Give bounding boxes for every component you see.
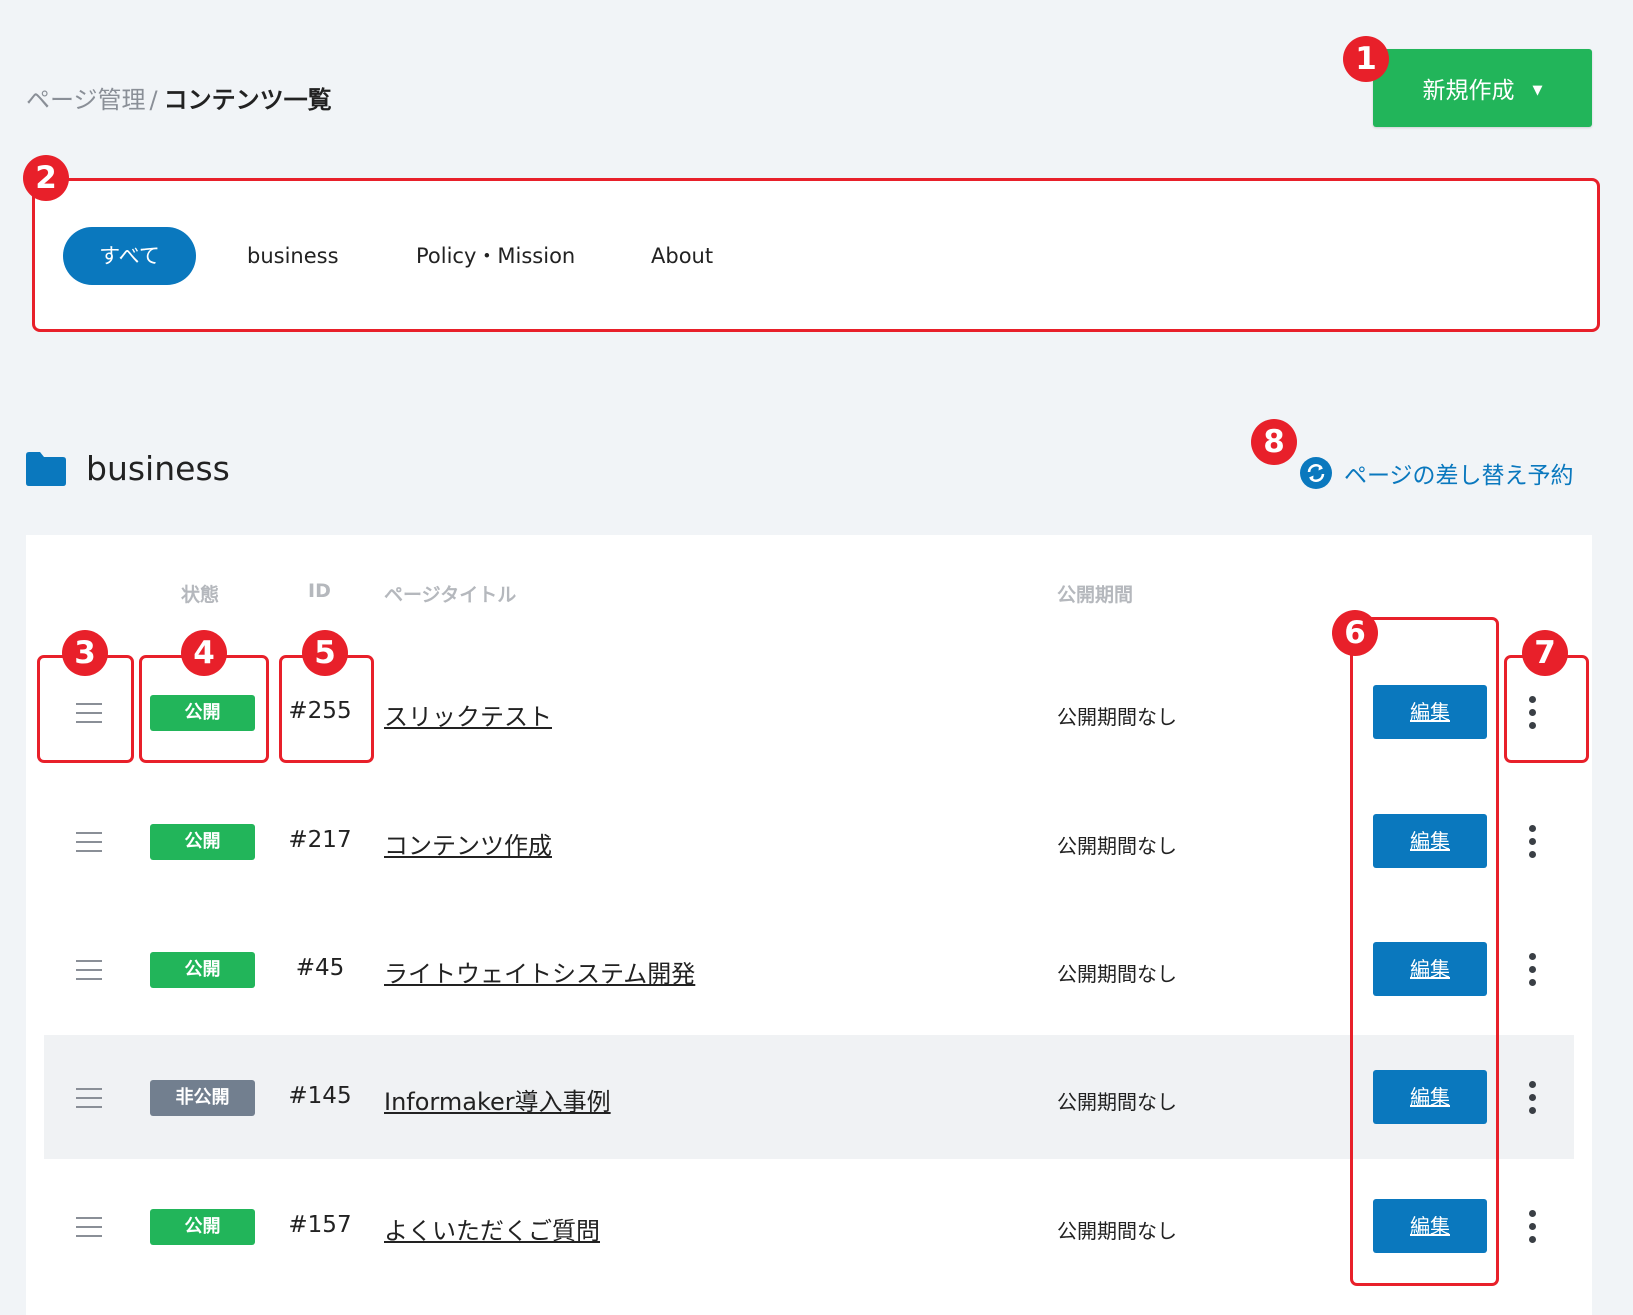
header-title: ページタイトル [384, 584, 517, 606]
annotation-marker-2: 2 [23, 155, 69, 201]
new-create-button[interactable]: 新規作成 ▼ [1373, 49, 1592, 127]
annotation-marker-8: 8 [1251, 419, 1297, 465]
status-badge: 非公開 [150, 1080, 255, 1116]
row-period: 公開期間なし [1057, 834, 1177, 858]
more-options-icon[interactable] [1522, 825, 1542, 865]
row-id: #145 [288, 1083, 352, 1109]
tab-business[interactable]: business [247, 227, 339, 285]
breadcrumb: ページ管理 / コンテンツ一覧 [26, 80, 332, 115]
page-swap-schedule-link[interactable]: ページの差し替え予約 [1300, 456, 1574, 490]
drag-handle-icon[interactable] [76, 1217, 102, 1237]
row-period: 公開期間なし [1057, 1219, 1177, 1243]
table-row [44, 1035, 1574, 1159]
annotation-marker-1: 1 [1343, 36, 1389, 82]
drag-handle-icon[interactable] [76, 832, 102, 852]
drag-handle-icon[interactable] [76, 1088, 102, 1108]
status-badge: 公開 [150, 1209, 255, 1245]
section-title: business [86, 449, 230, 488]
annotation-marker-7: 7 [1522, 630, 1568, 676]
row-title-link[interactable]: Informaker導入事例 [384, 1082, 611, 1117]
row-id: #217 [288, 827, 352, 853]
tab-about[interactable]: About [651, 227, 713, 285]
header-status: 状態 [181, 584, 220, 606]
tab-policy-mission[interactable]: Policy・Mission [416, 227, 575, 285]
tab-all[interactable]: すべて [63, 227, 196, 285]
annotation-marker-3: 3 [62, 630, 108, 676]
more-options-icon[interactable] [1522, 953, 1542, 993]
row-title-link[interactable]: スリックテスト [384, 697, 552, 732]
breadcrumb-separator: / [149, 86, 158, 114]
folder-icon [26, 452, 66, 486]
page-swap-schedule-label: ページの差し替え予約 [1344, 463, 1574, 489]
chevron-down-icon: ▼ [1532, 82, 1543, 98]
row-title-link[interactable]: よくいただくご質問 [384, 1211, 600, 1246]
table-row [44, 911, 1574, 1029]
annotation-marker-4: 4 [181, 630, 227, 676]
table-row [44, 1168, 1574, 1286]
page-title: コンテンツ一覧 [163, 86, 332, 114]
annotation-marker-5: 5 [302, 630, 348, 676]
row-period: 公開期間なし [1057, 962, 1177, 986]
table-row [44, 654, 1574, 772]
row-period: 公開期間なし [1057, 705, 1177, 729]
header-id: ID [308, 580, 331, 602]
status-badge: 公開 [150, 952, 255, 988]
drag-handle-icon[interactable] [76, 960, 102, 980]
row-id: #45 [295, 955, 345, 981]
category-tabs: すべて business Policy・Mission About [32, 178, 1600, 332]
annotation-box-6 [1350, 617, 1499, 1286]
breadcrumb-parent-link[interactable]: ページ管理 [26, 86, 146, 114]
more-options-icon[interactable] [1522, 1081, 1542, 1121]
status-badge: 公開 [150, 824, 255, 860]
row-title-link[interactable]: コンテンツ作成 [384, 826, 552, 861]
table-row [44, 783, 1574, 901]
more-options-icon[interactable] [1522, 1210, 1542, 1250]
header-period: 公開期間 [1057, 584, 1134, 606]
new-create-label: 新規作成 [1422, 78, 1515, 104]
row-title-link[interactable]: ライトウェイトシステム開発 [384, 954, 695, 989]
refresh-icon [1300, 457, 1332, 489]
row-period: 公開期間なし [1057, 1090, 1177, 1114]
row-id: #157 [288, 1212, 352, 1238]
annotation-marker-6: 6 [1332, 610, 1378, 656]
